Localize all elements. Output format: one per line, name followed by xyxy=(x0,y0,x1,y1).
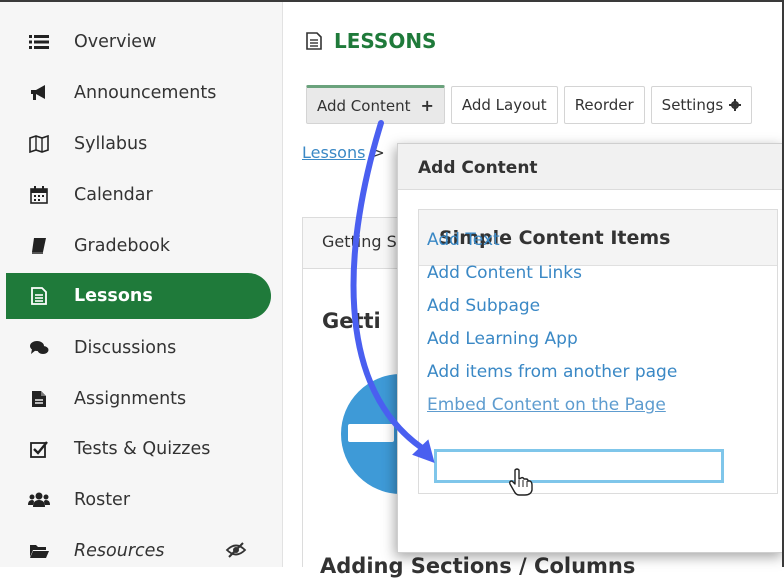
breadcrumb: Lessons > xyxy=(302,143,385,162)
add-layout-button[interactable]: Add Layout xyxy=(450,86,558,124)
chat-icon xyxy=(28,337,50,359)
sidebar-item-label: Announcements xyxy=(74,83,217,103)
checkbox-icon xyxy=(28,438,50,460)
section-heading: Getti xyxy=(322,309,381,333)
add-content-button[interactable]: Add Content + xyxy=(306,85,445,124)
eye-slash-icon xyxy=(225,540,247,562)
sidebar: Overview Announcements Syllabus Calendar… xyxy=(0,0,283,567)
highlight-box xyxy=(434,449,724,483)
page-title-text: LESSONS xyxy=(334,29,437,53)
document-icon xyxy=(306,32,322,50)
page-title: LESSONS xyxy=(306,29,436,53)
dialog-title: Add Content xyxy=(398,144,783,190)
add-content-links-link[interactable]: Add Content Links xyxy=(427,257,677,290)
sidebar-item-announcements[interactable]: Announcements xyxy=(6,70,271,116)
sidebar-item-label: Overview xyxy=(74,32,157,52)
tab-label: Getting S xyxy=(322,232,397,251)
sidebar-item-assignments[interactable]: Assignments xyxy=(6,376,271,422)
add-content-label: Add Content xyxy=(317,96,411,115)
document-icon xyxy=(28,285,50,307)
sidebar-item-discussions[interactable]: Discussions xyxy=(6,325,271,371)
sidebar-item-label: Calendar xyxy=(74,185,153,205)
content-links-list: Add Text Add Content Links Add Subpage A… xyxy=(427,224,677,422)
sidebar-item-syllabus[interactable]: Syllabus xyxy=(6,121,271,167)
reorder-button[interactable]: Reorder xyxy=(563,86,645,124)
add-text-link[interactable]: Add Text xyxy=(427,224,677,257)
breadcrumb-link-lessons[interactable]: Lessons xyxy=(302,143,365,162)
illustration-bar xyxy=(348,424,394,442)
toolbar: Add Content + Add Layout Reorder Setting… xyxy=(306,85,758,124)
sidebar-item-label: Roster xyxy=(74,490,131,510)
sidebar-item-label: Tests & Quizzes xyxy=(74,439,211,459)
hand-cursor-icon xyxy=(509,468,533,496)
add-content-dialog: Add Content Simple Content Items Add Tex… xyxy=(397,143,784,553)
section-heading-bottom: Adding Sections / Columns xyxy=(320,554,636,578)
folder-icon xyxy=(28,540,50,562)
tab-getting-started[interactable]: Getting S xyxy=(302,217,402,269)
embed-content-link[interactable]: Embed Content on the Page xyxy=(427,389,677,422)
plus-icon: + xyxy=(420,96,434,115)
sidebar-item-overview[interactable]: Overview xyxy=(6,19,271,65)
sidebar-item-gradebook[interactable]: Gradebook xyxy=(6,223,271,269)
file-icon xyxy=(28,388,50,410)
sidebar-item-roster[interactable]: Roster xyxy=(6,477,271,523)
users-icon xyxy=(28,489,50,511)
add-learning-app-link[interactable]: Add Learning App xyxy=(427,323,677,356)
settings-label: Settings xyxy=(661,96,724,114)
sidebar-item-label: Lessons xyxy=(74,286,153,306)
sidebar-item-label: Discussions xyxy=(74,338,177,358)
list-icon xyxy=(28,31,50,53)
sidebar-item-label: Resources xyxy=(74,541,165,561)
sidebar-item-label: Syllabus xyxy=(74,134,148,154)
sidebar-item-tests-quizzes[interactable]: Tests & Quizzes xyxy=(6,426,271,472)
map-icon xyxy=(28,133,50,155)
reorder-label: Reorder xyxy=(574,96,634,114)
calendar-icon xyxy=(28,184,50,206)
sidebar-item-label: Gradebook xyxy=(74,236,171,256)
gear-icon xyxy=(729,99,742,111)
breadcrumb-separator: > xyxy=(371,143,385,162)
sidebar-item-calendar[interactable]: Calendar xyxy=(6,172,271,218)
sidebar-item-lessons[interactable]: Lessons xyxy=(6,273,271,319)
sidebar-item-resources[interactable]: Resources xyxy=(6,528,271,574)
megaphone-icon xyxy=(28,82,50,104)
book-icon xyxy=(28,235,50,257)
add-items-from-another-page-link[interactable]: Add items from another page xyxy=(427,356,677,389)
add-layout-label: Add Layout xyxy=(461,96,547,114)
settings-button[interactable]: Settings xyxy=(650,86,753,124)
sidebar-item-label: Assignments xyxy=(74,389,187,409)
add-subpage-link[interactable]: Add Subpage xyxy=(427,290,677,323)
